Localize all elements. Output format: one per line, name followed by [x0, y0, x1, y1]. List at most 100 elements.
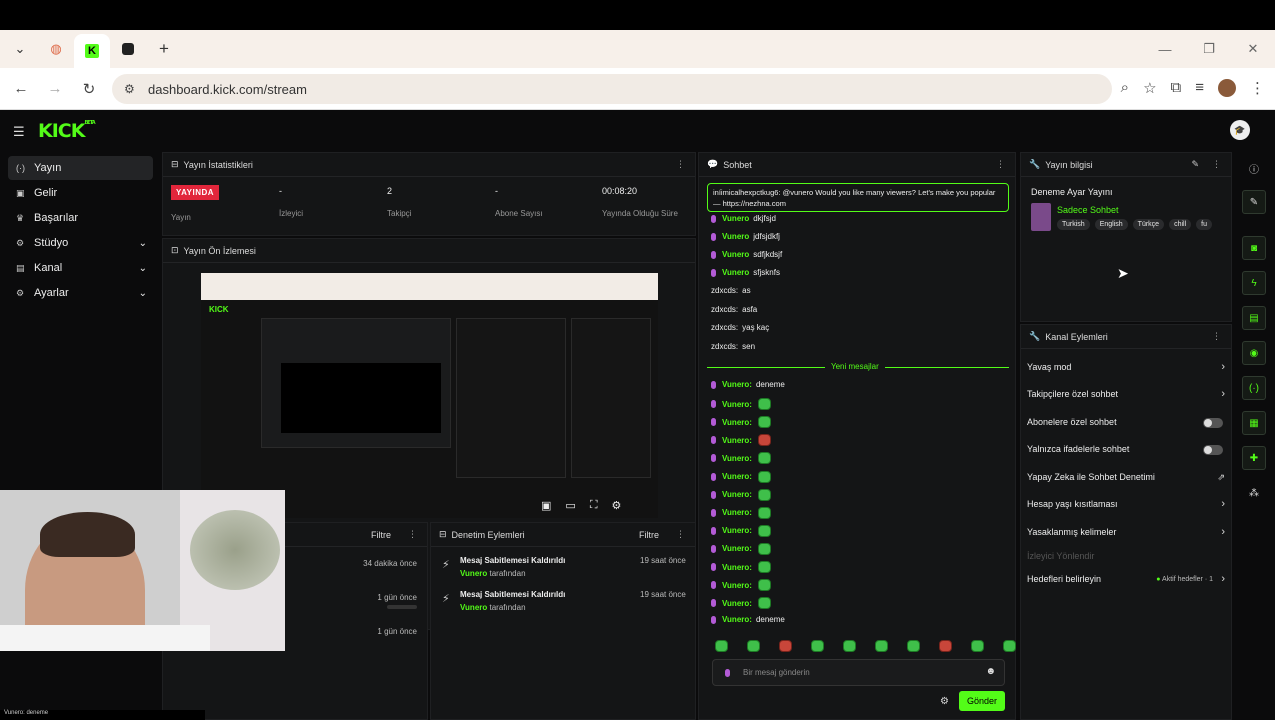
action-account-age[interactable]: Hesap yaşı kısıtlaması › [1027, 498, 1227, 510]
chat-username[interactable]: zdxcds: [711, 305, 738, 314]
chat-username[interactable]: Vunero: [722, 472, 752, 481]
chat-message[interactable]: Vunero: [711, 470, 771, 483]
chat-username[interactable]: zdxcds: [711, 323, 738, 332]
chat-username[interactable]: Vunero: [722, 418, 752, 427]
chat-message[interactable]: Vunero: [711, 579, 771, 592]
chat-settings-icon[interactable]: ⚙ [940, 696, 949, 707]
site-info-icon[interactable]: ⚙ [124, 82, 135, 96]
edit-icon[interactable]: ✎ [1242, 190, 1266, 214]
chat-username[interactable]: Vunero: [722, 581, 752, 590]
kick-logo[interactable]: KICKBETA [38, 120, 96, 142]
chat-message[interactable]: Vunero jdfsjdkfj [711, 232, 780, 241]
subs-only-toggle[interactable] [1203, 418, 1223, 428]
zoom-icon[interactable]: ⌕ [1121, 79, 1129, 97]
back-icon[interactable]: ← [4, 80, 38, 97]
emote-icon[interactable] [971, 640, 984, 652]
tag[interactable]: Türkçe [1132, 219, 1165, 230]
sidebar-item-studyo[interactable]: ⚙ Stüdyo ⌄ [8, 231, 153, 255]
close-icon[interactable]: ✕ [1231, 41, 1275, 57]
chat-message[interactable]: Vunero: [711, 452, 771, 465]
emoji-icon[interactable]: ☻ [985, 666, 996, 677]
chat-username[interactable]: Vunero: [722, 526, 752, 535]
action-banned-words[interactable]: Yasaklanmış kelimeler › [1027, 526, 1227, 538]
extensions-icon[interactable]: ⧉ [1171, 79, 1182, 97]
tab-other[interactable] [110, 34, 146, 64]
pip-icon[interactable]: ▣ [541, 499, 551, 512]
emote-icon[interactable] [907, 640, 920, 652]
chat-username[interactable]: Vunero: [722, 508, 752, 517]
emote-icon[interactable] [843, 640, 856, 652]
moderation-user[interactable]: Vunero [460, 569, 487, 578]
chat-message[interactable]: Vunero: [711, 561, 771, 573]
action-ai-moderation[interactable]: Yapay Zeka ile Sohbet Denetimi ⇗ [1027, 472, 1227, 483]
sidebar-item-ayarlar[interactable]: ⚙ Ayarlar ⌄ [8, 281, 153, 305]
more-options-icon[interactable]: ⋮ [676, 159, 685, 170]
hamburger-icon[interactable]: ☰ [13, 124, 25, 140]
emote-icon[interactable] [875, 640, 888, 652]
chat-message[interactable]: Vunero: [711, 416, 771, 429]
restore-icon[interactable]: ❐ [1187, 41, 1231, 57]
forward-icon[interactable]: → [38, 80, 72, 97]
chat-message[interactable]: Vunero sdfjkdsjf [711, 250, 782, 259]
chat-message[interactable]: Vunero: [711, 542, 771, 555]
tag[interactable]: chill [1169, 219, 1192, 230]
broadcast-icon[interactable]: (·) [1242, 376, 1266, 400]
user-avatar[interactable]: 🎓 [1230, 120, 1250, 140]
more-options-icon[interactable]: ⋮ [1212, 159, 1221, 170]
chat-message[interactable]: Vunero: [711, 488, 771, 501]
sidebar-item-gelir[interactable]: ▣ Gelir [8, 181, 153, 205]
chat-username[interactable]: Vunero: [722, 400, 752, 409]
chat-message[interactable]: zdxcds: asfa [711, 305, 757, 314]
chat-message[interactable]: Vunero dkjfsjd [711, 214, 776, 223]
chat-message[interactable]: Vunero: [711, 506, 771, 519]
chat-username[interactable]: Vunero: [722, 380, 752, 389]
chat-message[interactable]: Vunero: deneme [711, 615, 785, 624]
moderation-filter-button[interactable]: Filtre [639, 530, 659, 540]
emote-only-toggle[interactable] [1203, 445, 1223, 455]
more-options-icon[interactable]: ⋮ [408, 529, 417, 540]
reload-icon[interactable]: ↻ [72, 80, 106, 98]
chat-username[interactable]: Vunero [722, 250, 749, 259]
sidebar-item-kanal[interactable]: ▤ Kanal ⌄ [8, 256, 153, 280]
chat-message[interactable]: Vunero: deneme [711, 380, 785, 389]
theater-icon[interactable]: ▭ [565, 499, 575, 512]
emote-icon[interactable] [715, 640, 728, 652]
chat-username[interactable]: Vunero [722, 268, 749, 277]
chat-username[interactable]: Vunero: [722, 615, 752, 624]
moderation-user[interactable]: Vunero [460, 603, 487, 612]
tab-favicon-red[interactable]: ◍ [38, 34, 74, 64]
add-widget-icon[interactable]: ⁂ [1240, 480, 1268, 506]
activity-filter-button[interactable]: Filtre [371, 530, 391, 540]
tab-kick[interactable]: K [74, 34, 110, 68]
more-options-icon[interactable]: ⋮ [676, 529, 685, 540]
stream-category[interactable]: Sadece Sohbet [1057, 205, 1119, 215]
chat-username[interactable]: zdxcds: [711, 286, 738, 295]
tag[interactable]: fu [1196, 219, 1212, 230]
new-tab-button[interactable]: + [146, 34, 182, 64]
sidebar-item-yayin[interactable]: (·) Yayın [8, 156, 153, 180]
action-goals[interactable]: Hedefleri belirleyin ● Aktif hedefler · 1… [1027, 573, 1227, 585]
chat-input[interactable]: Bir mesaj gönderin ☻ [712, 659, 1005, 686]
gear-icon[interactable]: ⚙ [612, 499, 622, 512]
chat-message[interactable]: Vunero: [711, 398, 771, 411]
chat-message[interactable]: zdxcds: yaş kaç [711, 323, 769, 332]
chat-username[interactable]: Vunero [722, 214, 749, 223]
stream-preview-video[interactable]: KICK ▣ ▭ ⛶ ⚙ [201, 273, 658, 518]
chat-icon[interactable]: ◉ [1242, 341, 1266, 365]
chat-username[interactable]: Vunero: [722, 563, 752, 572]
lightning-icon[interactable]: ϟ [1242, 271, 1266, 295]
list-icon[interactable]: ▤ [1242, 306, 1266, 330]
tab-search-icon[interactable]: ⌄ [2, 34, 38, 64]
chat-username[interactable]: Vunero: [722, 490, 752, 499]
chat-message[interactable]: Vunero: [711, 434, 771, 447]
chat-username[interactable]: Vunero [722, 232, 749, 241]
chat-message[interactable]: zdxcds: as [711, 286, 751, 295]
emote-icon[interactable] [747, 640, 760, 652]
emote-icon[interactable] [939, 640, 952, 652]
emote-icon[interactable] [779, 640, 792, 652]
moderation-icon[interactable]: ▦ [1242, 411, 1266, 435]
chat-username[interactable]: Vunero: [722, 436, 752, 445]
send-button[interactable]: Gönder [959, 691, 1005, 711]
pinned-message[interactable]: iníimicalhexpctkug6: @vunero Would you l… [707, 183, 1009, 212]
more-options-icon[interactable]: ⋮ [996, 159, 1005, 170]
